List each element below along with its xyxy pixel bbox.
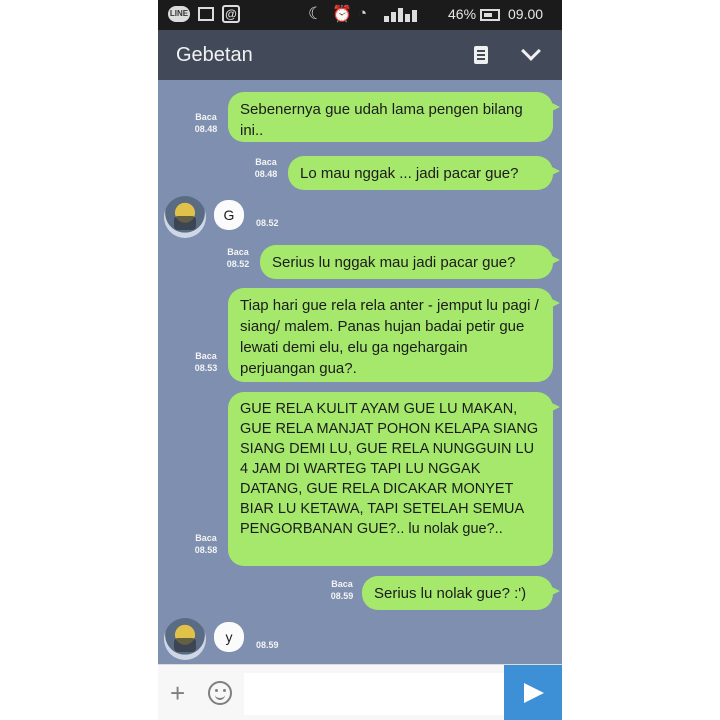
message-time: 08.52: [226, 259, 250, 269]
message-time: 08.48: [254, 169, 278, 179]
input-bar: +: [158, 664, 562, 720]
message-meta: Baca 08.58: [188, 532, 224, 556]
chat-header: Gebetan: [158, 30, 562, 80]
outgoing-message[interactable]: Serius lu nolak gue? :'): [362, 576, 560, 610]
clock: 09.00: [508, 6, 544, 22]
chat-screen: LINE @ ☾ ⏰ ◔ 46% 09.00 Gebetan Baca 08.4…: [158, 0, 562, 720]
outgoing-message[interactable]: Lo mau nggak ... jadi pacar gue?: [288, 156, 560, 190]
message-time: 08.48: [194, 124, 218, 134]
incoming-message[interactable]: y: [214, 622, 244, 652]
read-receipt: Baca: [195, 533, 217, 543]
alarm-icon: ⏰: [332, 6, 352, 23]
outgoing-message[interactable]: GUE RELA KULIT AYAM GUE LU MAKAN, GUE RE…: [228, 392, 560, 566]
message-meta: Baca 08.48: [188, 111, 224, 135]
read-receipt: Baca: [255, 157, 277, 167]
image-icon: [198, 7, 214, 21]
message-meta: Baca 08.53: [188, 350, 224, 374]
plus-icon[interactable]: +: [170, 680, 185, 706]
incoming-message[interactable]: G: [214, 200, 244, 230]
outgoing-message[interactable]: Serius lu nggak mau jadi pacar gue?: [260, 245, 560, 279]
signal-icon: [384, 6, 424, 22]
chevron-down-icon[interactable]: [521, 41, 541, 61]
notes-icon[interactable]: [474, 46, 488, 64]
message-time: 08.53: [194, 363, 218, 373]
read-receipt: Baca: [227, 247, 249, 257]
avatar[interactable]: [164, 618, 206, 660]
message-meta: Baca 08.52: [220, 246, 256, 270]
message-time: 08.59: [330, 591, 354, 601]
message-meta: Baca 08.48: [248, 156, 284, 180]
battery-icon: [480, 9, 500, 21]
message-meta: Baca 08.59: [324, 578, 360, 602]
send-button[interactable]: [504, 665, 562, 720]
message-time: 08.52: [256, 218, 279, 228]
line-icon: LINE: [168, 6, 190, 22]
status-bar: LINE @ ☾ ⏰ ◔ 46% 09.00: [158, 0, 562, 30]
read-receipt: Baca: [195, 351, 217, 361]
avatar[interactable]: [164, 196, 206, 238]
at-icon: @: [222, 5, 240, 23]
message-input[interactable]: [244, 673, 504, 715]
battery-percentage: 46%: [448, 6, 477, 22]
emoji-icon[interactable]: [208, 681, 232, 705]
send-icon: [524, 683, 544, 703]
message-time: 08.58: [194, 545, 218, 555]
read-receipt: Baca: [331, 579, 353, 589]
moon-icon: ☾: [308, 4, 324, 23]
outgoing-message[interactable]: Tiap hari gue rela rela anter - jemput l…: [228, 288, 560, 382]
read-receipt: Baca: [195, 112, 217, 122]
wifi-icon: ◔: [358, 5, 368, 22]
outgoing-message[interactable]: Sebenernya gue udah lama pengen bilang i…: [228, 92, 560, 142]
chat-title[interactable]: Gebetan: [176, 44, 253, 67]
message-time: 08.59: [256, 640, 279, 650]
